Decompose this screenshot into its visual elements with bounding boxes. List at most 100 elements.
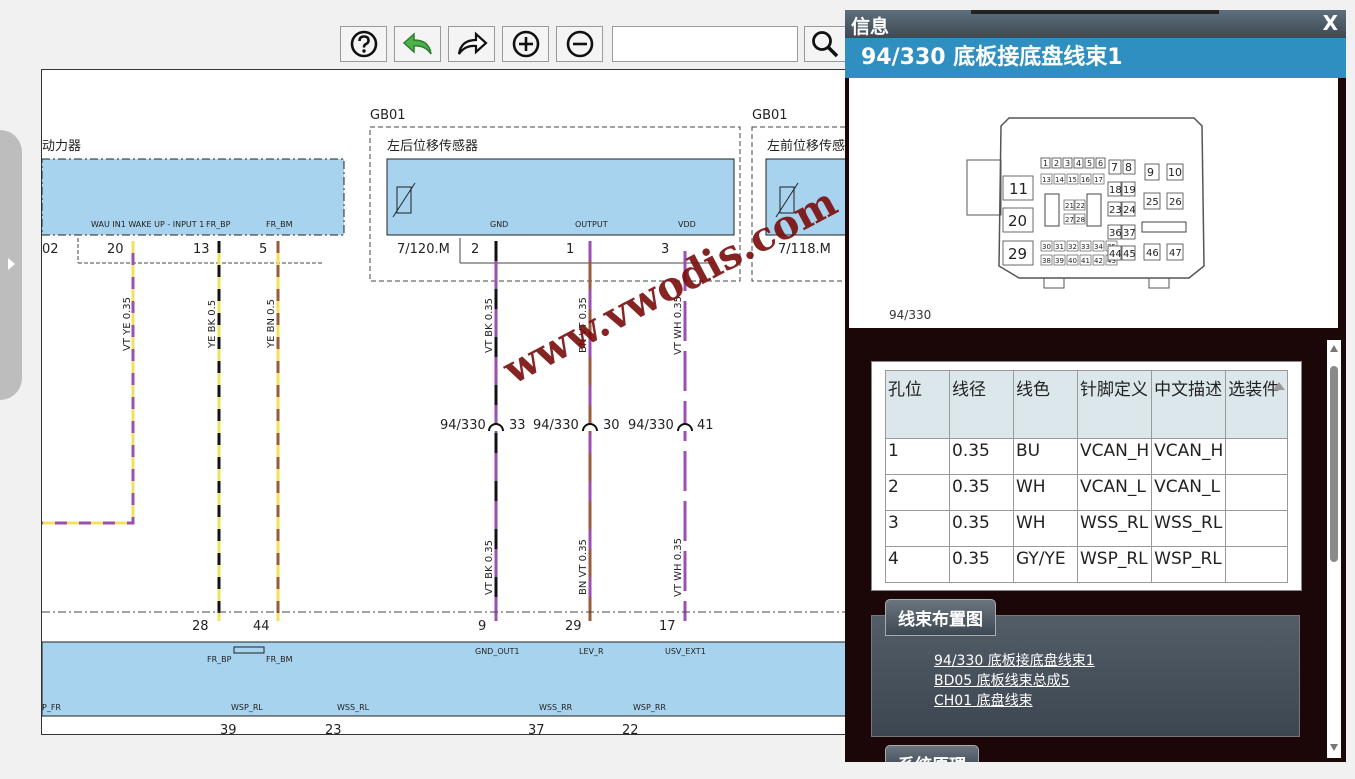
sensor-ref-1: 7/120.M <box>397 242 450 257</box>
side-collapse-handle[interactable] <box>0 130 22 400</box>
bottom-label: P_FR <box>42 703 61 712</box>
table-row[interactable]: 1 0.35 BU VCAN_H VCAN_H <box>885 438 1289 475</box>
svg-text:44: 44 <box>1109 249 1122 260</box>
bottom-lower-pin: 23 <box>325 723 342 735</box>
bottom-label: WSP_RL <box>231 703 263 712</box>
table-cell: 0.35 <box>949 438 1014 475</box>
bottom-module-block <box>42 641 860 717</box>
pin-no-1: 1 <box>566 242 574 257</box>
pin-name-gnd: GND <box>490 220 508 229</box>
table-cell: 1 <box>885 438 950 475</box>
table-cell: BU <box>1013 438 1078 475</box>
module-pin-5: 5 <box>259 242 267 257</box>
minus-circle-icon <box>566 30 593 58</box>
bottom-pin-44: 44 <box>253 619 270 634</box>
help-button[interactable] <box>340 26 387 62</box>
question-circle-icon <box>350 30 377 58</box>
forward-arrow-icon <box>457 31 488 55</box>
svg-text:36: 36 <box>1109 228 1122 239</box>
module-pin-20: 20 <box>107 242 124 257</box>
svg-text:33: 33 <box>1081 243 1090 251</box>
system-principle-tab[interactable]: 系统原理 <box>885 745 979 762</box>
bottom-pin-name: LEV_R <box>579 647 604 656</box>
close-button[interactable]: X <box>1323 11 1338 35</box>
svg-text:15: 15 <box>1068 176 1077 184</box>
zoom-out-button[interactable] <box>556 26 603 62</box>
svg-text:45: 45 <box>1123 249 1136 260</box>
svg-text:29: 29 <box>1008 245 1027 263</box>
table-cell: VCAN_L <box>1151 474 1227 511</box>
table-cell: VCAN_H <box>1076 438 1153 475</box>
module-pin-13: 13 <box>193 242 210 257</box>
bottom-lower-pin: 22 <box>622 723 639 735</box>
sensor-name-1: 左后位移传感器 <box>387 138 478 154</box>
panel-header: 信息 X <box>845 10 1346 38</box>
svg-text:2: 2 <box>1054 159 1059 168</box>
table-cell: WSS_RL <box>1151 510 1227 547</box>
module-name: 动力器 <box>42 139 81 154</box>
splice-pin-3: 41 <box>697 418 714 433</box>
wiring-diagram: GB01 GB01 左后位移传感器 左前位移传感器 GND OUTPUT VDD… <box>42 108 860 735</box>
harness-link-list: 94/330 底板接底盘线束1 BD05 底板线束总成5 CH01 底盘线束 <box>934 651 1095 711</box>
table-cell: VCAN_H <box>1151 438 1227 475</box>
connector-title: 94/330 底板接底盘线束1 <box>845 38 1346 78</box>
zoom-in-button[interactable] <box>502 26 549 62</box>
undo-button[interactable] <box>394 26 441 62</box>
svg-text:31: 31 <box>1055 243 1064 251</box>
table-scrollbar[interactable] <box>1270 372 1288 582</box>
harness-link[interactable]: BD05 底板线束总成5 <box>934 671 1095 691</box>
search-button[interactable] <box>804 26 846 62</box>
plus-circle-icon <box>512 30 539 58</box>
wire-label: VT WH 0.35 <box>673 538 684 597</box>
bottom-pin-29: 29 <box>565 619 582 634</box>
svg-text:1: 1 <box>1043 159 1048 168</box>
scroll-thumb <box>1330 366 1338 562</box>
table-cell: 0.35 <box>949 474 1014 511</box>
svg-text:40: 40 <box>1068 257 1077 265</box>
harness-link[interactable]: CH01 底盘线束 <box>934 691 1095 711</box>
pin-no-2: 2 <box>471 242 479 257</box>
table-cell: GY/YE <box>1013 546 1078 583</box>
pin-name-output: OUTPUT <box>575 220 608 229</box>
splice-pin-2: 30 <box>603 418 620 433</box>
table-header-row: 孔位 线径 线色 针脚定义 中文描述 选装件 <box>885 370 1289 439</box>
table-cell: WSP_RL <box>1151 546 1227 583</box>
svg-text:24: 24 <box>1123 205 1136 216</box>
wiring-diagram-canvas[interactable]: GB01 GB01 左后位移传感器 左前位移传感器 GND OUTPUT VDD… <box>41 69 861 735</box>
bottom-pin-name: FR_BP <box>207 655 232 664</box>
harness-layout-tab[interactable]: 线束布置图 <box>885 599 996 636</box>
table-header: 孔位 <box>885 370 950 439</box>
svg-text:30: 30 <box>1042 243 1051 251</box>
panel-drag-bar[interactable] <box>971 10 1219 14</box>
svg-text:14: 14 <box>1055 176 1064 184</box>
table-row[interactable]: 3 0.35 WH WSS_RL WSS_RL <box>885 510 1289 547</box>
bottom-pin-name: USV_EXT1 <box>665 647 706 656</box>
module-pin-label: WAU IN1 WAKE UP - INPUT 1 <box>91 220 204 229</box>
svg-text:46: 46 <box>1146 248 1159 259</box>
back-arrow-icon <box>402 32 432 55</box>
svg-text:18: 18 <box>1109 185 1122 196</box>
bottom-label: WSS_RR <box>539 703 573 712</box>
module-pin-frbp: FR_BP <box>206 220 231 229</box>
redo-button[interactable] <box>448 26 495 62</box>
search-input[interactable] <box>612 26 798 62</box>
pin-no-3: 3 <box>661 242 669 257</box>
panel-scrollbar[interactable] <box>1327 340 1341 758</box>
svg-text:13: 13 <box>1042 176 1051 184</box>
svg-text:41: 41 <box>1081 257 1090 265</box>
wire-vt-ye <box>42 241 135 525</box>
pin-name-vdd: VDD <box>678 220 696 229</box>
table-row[interactable]: 4 0.35 GY/YE WSP_RL WSP_RL <box>885 546 1289 583</box>
table-header: 线径 <box>949 370 1014 439</box>
svg-text:27: 27 <box>1065 216 1074 224</box>
pin-table-container[interactable]: 孔位 线径 线色 针脚定义 中文描述 选装件 1 0.35 BU VCAN_H … <box>871 361 1302 591</box>
svg-text:25: 25 <box>1146 197 1159 208</box>
bottom-label: WSP_RR <box>633 703 666 712</box>
harness-link[interactable]: 94/330 底板接底盘线束1 <box>934 651 1095 671</box>
table-cell: WSP_RL <box>1076 546 1153 583</box>
pin-table: 孔位 线径 线色 针脚定义 中文描述 选装件 1 0.35 BU VCAN_H … <box>885 370 1289 583</box>
svg-text:9: 9 <box>1147 166 1154 179</box>
table-header: 线色 <box>1013 370 1078 439</box>
svg-text:16: 16 <box>1081 176 1090 184</box>
table-row[interactable]: 2 0.35 WH VCAN_L VCAN_L <box>885 474 1289 511</box>
